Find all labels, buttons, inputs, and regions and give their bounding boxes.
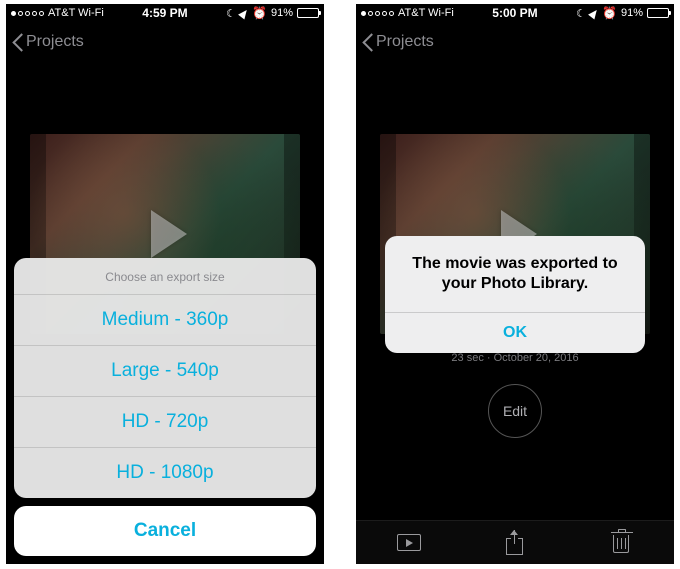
action-sheet-title: Choose an export size — [14, 258, 316, 295]
export-complete-alert: The movie was exported to your Photo Lib… — [385, 236, 645, 353]
alarm-icon: ⏰ — [602, 6, 617, 20]
chevron-left-icon — [362, 32, 374, 52]
screenshot-export-complete: AT&T Wi-Fi 5:00 PM ☾ ⏰ 91% Projects The … — [356, 4, 674, 564]
play-rect-icon — [397, 534, 421, 551]
carrier-label: AT&T Wi-Fi — [398, 7, 454, 19]
clock-label: 5:00 PM — [492, 6, 537, 20]
battery-icon — [297, 8, 319, 18]
nav-back-label: Projects — [376, 33, 434, 51]
nav-back-button[interactable]: Projects — [356, 22, 674, 62]
do-not-disturb-icon: ☾ — [576, 7, 586, 20]
status-bar: AT&T Wi-Fi 4:59 PM ☾ ⏰ 91% — [6, 4, 324, 22]
export-option-720p[interactable]: HD - 720p — [14, 397, 316, 448]
chevron-left-icon — [12, 32, 24, 52]
export-option-360p[interactable]: Medium - 360p — [14, 295, 316, 346]
screenshot-export-size: AT&T Wi-Fi 4:59 PM ☾ ⏰ 91% Projects Choo… — [6, 4, 324, 564]
location-icon — [238, 7, 250, 19]
trash-icon — [613, 535, 629, 553]
alert-ok-button[interactable]: OK — [385, 313, 645, 353]
nav-back-label: Projects — [26, 33, 84, 51]
status-bar: AT&T Wi-Fi 5:00 PM ☾ ⏰ 91% — [356, 4, 674, 22]
alert-message: The movie was exported to your Photo Lib… — [385, 236, 645, 313]
edit-button-label: Edit — [503, 403, 527, 419]
battery-icon — [647, 8, 669, 18]
share-arrow-icon — [514, 530, 515, 544]
battery-pct-label: 91% — [271, 7, 293, 19]
cancel-button[interactable]: Cancel — [14, 506, 316, 556]
nav-back-button[interactable]: Projects — [6, 22, 324, 62]
carrier-label: AT&T Wi-Fi — [48, 7, 104, 19]
share-button[interactable] — [503, 532, 527, 554]
project-meta-label: 23 sec · October 20, 2016 — [356, 352, 674, 364]
play-icon — [151, 210, 187, 258]
play-project-button[interactable] — [397, 532, 421, 554]
delete-button[interactable] — [609, 532, 633, 554]
export-option-1080p[interactable]: HD - 1080p — [14, 448, 316, 498]
signal-dots-icon — [361, 11, 394, 16]
bottom-toolbar — [356, 520, 674, 564]
clock-label: 4:59 PM — [142, 6, 187, 20]
signal-dots-icon — [11, 11, 44, 16]
do-not-disturb-icon: ☾ — [226, 7, 236, 20]
export-size-action-sheet: Choose an export size Medium - 360p Larg… — [14, 258, 316, 556]
battery-pct-label: 91% — [621, 7, 643, 19]
location-icon — [588, 7, 600, 19]
edit-button[interactable]: Edit — [488, 384, 542, 438]
export-option-540p[interactable]: Large - 540p — [14, 346, 316, 397]
alarm-icon: ⏰ — [252, 6, 267, 20]
